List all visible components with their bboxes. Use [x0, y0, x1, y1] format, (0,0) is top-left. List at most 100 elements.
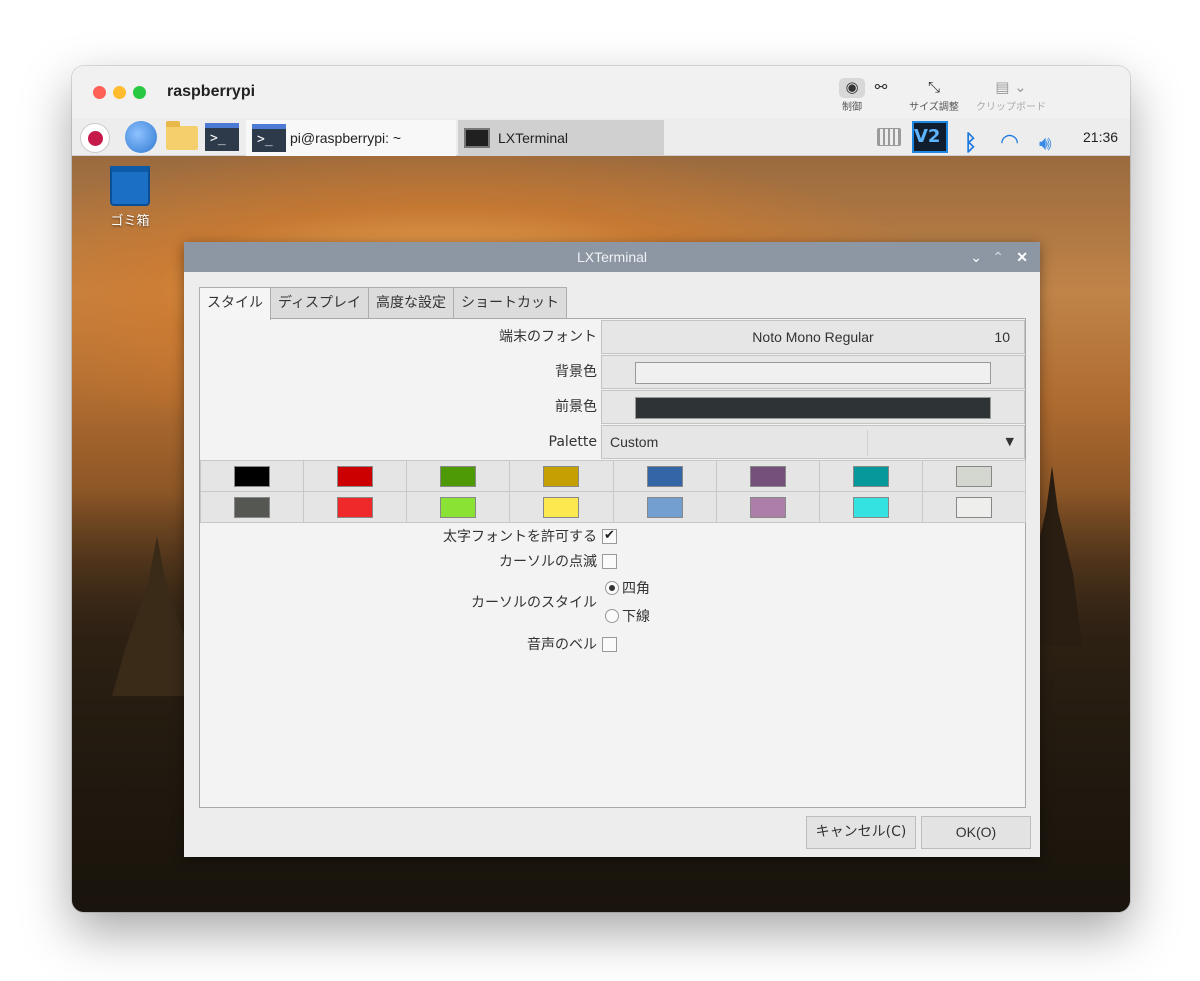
color-swatch [337, 466, 374, 487]
cursor-blink-label: カーソルの点滅 [499, 554, 597, 570]
task-label: pi@raspberrypi: ~ [290, 130, 402, 146]
bold-font-label: 太字フォントを許可する [443, 529, 597, 545]
foreground-color-label: 前景色 [555, 399, 597, 415]
palette-select[interactable]: Custom ▼ [601, 425, 1025, 459]
browser-launcher-icon[interactable] [125, 121, 157, 153]
zoom-window-button[interactable] [133, 86, 146, 99]
keyboard-icon[interactable] [877, 128, 901, 146]
color-swatch [749, 497, 786, 518]
background-color-label: 背景色 [555, 364, 597, 380]
bold-font-checkbox[interactable]: ✔ [602, 529, 617, 544]
checkmark-icon: ✔ [604, 528, 615, 543]
terminal-icon: >_ [252, 124, 286, 152]
palette-row-normal [200, 460, 1026, 492]
task-button-terminal[interactable]: >_ pi@raspberrypi: ~ [246, 120, 456, 156]
cancel-button[interactable]: キャンセル(C) [806, 816, 916, 849]
control-tool-button[interactable]: ◉ 制御 [832, 78, 872, 113]
cursor-style-underline-radio[interactable]: 下線 [605, 605, 650, 626]
foreground-color-row: 前景色 [200, 390, 1025, 425]
host-title: raspberrypi [167, 83, 256, 100]
radio-button [605, 580, 619, 595]
control-tool-label: 制御 [842, 102, 862, 113]
clipboard-icon: ▤ ⌄ [995, 78, 1027, 96]
pointer-icon: ◉ [839, 78, 865, 98]
color-swatch [543, 497, 580, 518]
cursor-blink-row: カーソルの点滅 [200, 550, 1025, 574]
palette-normal-color-button-7[interactable] [921, 460, 1026, 492]
binoculars-icon: ⚯ [874, 78, 888, 96]
tab-bar: スタイル ディスプレイ 高度な設定 ショートカット [199, 287, 568, 320]
lxterminal-preferences-dialog: LXTerminal ⌄ ⌃ ✕ スタイル ディスプレイ 高度な設定 ショートカ… [184, 242, 1040, 857]
foreground-color-button[interactable] [601, 390, 1025, 424]
palette-bright-color-button-4[interactable] [612, 491, 717, 523]
palette-bright-color-button-6[interactable] [818, 491, 923, 523]
trash-desktop-item[interactable]: ゴミ箱 [102, 166, 158, 229]
palette-normal-color-button-3[interactable] [509, 460, 614, 492]
vnc-server-icon[interactable]: V2 [912, 121, 948, 153]
radio-label: 四角 [622, 580, 650, 597]
palette-normal-color-button-2[interactable] [406, 460, 511, 492]
cursor-blink-checkbox[interactable] [602, 554, 617, 569]
close-icon[interactable]: ✕ [1016, 242, 1028, 272]
color-swatch [543, 466, 580, 487]
color-swatch [646, 497, 683, 518]
resize-icon: ⤡ [927, 78, 940, 96]
clock: 21:36 [1083, 129, 1119, 145]
raspberry-menu-icon[interactable] [80, 123, 110, 153]
font-picker-button[interactable]: Noto Mono Regular 10 [601, 320, 1025, 354]
pi-taskbar: >_ >_ pi@raspberrypi: ~ LXTerminal V2 ᛒ … [72, 118, 1130, 156]
dialog-title: LXTerminal [576, 249, 648, 265]
close-window-button[interactable] [93, 86, 106, 99]
clipboard-tool-button[interactable]: ▤ ⌄ クリップボード [972, 78, 1050, 113]
resize-tool-label: サイズ調整 [909, 102, 959, 113]
palette-bright-color-button-0[interactable] [200, 491, 305, 523]
resize-tool-button[interactable]: ⤡ サイズ調整 [904, 78, 964, 113]
chevron-up-icon[interactable]: ⌃ [992, 242, 1004, 272]
terminal-launcher-icon[interactable]: >_ [205, 123, 239, 151]
color-swatch [852, 497, 889, 518]
trash-icon [110, 166, 150, 206]
monitor-icon [464, 128, 490, 148]
task-button-lxterminal[interactable]: LXTerminal [458, 120, 664, 156]
palette-bright-color-button-3[interactable] [509, 491, 614, 523]
background-color-button[interactable] [601, 355, 1025, 389]
binoculars-tool-button[interactable]: ⚯ [867, 78, 895, 98]
palette-normal-color-button-5[interactable] [715, 460, 820, 492]
file-manager-icon[interactable] [166, 121, 198, 150]
color-swatch [749, 466, 786, 487]
palette-normal-color-button-0[interactable] [200, 460, 305, 492]
background-color-row: 背景色 [200, 355, 1025, 390]
font-row: 端末のフォント Noto Mono Regular 10 [200, 320, 1025, 355]
palette-row: Palette Custom ▼ [200, 425, 1025, 460]
tab-display[interactable]: ディスプレイ [270, 287, 370, 319]
palette-bright-color-button-1[interactable] [303, 491, 408, 523]
font-size: 10 [994, 329, 1010, 345]
palette-normal-color-button-1[interactable] [303, 460, 408, 492]
desktop: ゴミ箱 LXTerminal ⌄ ⌃ ✕ スタイル ディスプレイ 高度な設定 シ… [72, 156, 1130, 912]
cursor-style-block-radio[interactable]: 四角 [605, 577, 650, 598]
ok-button[interactable]: OK(O) [921, 816, 1031, 849]
chevron-down-icon[interactable]: ⌄ [970, 242, 982, 272]
foreground-color-swatch [635, 397, 991, 419]
tab-advanced[interactable]: 高度な設定 [368, 287, 455, 319]
background-color-swatch [635, 362, 991, 384]
palette-bright-color-button-2[interactable] [406, 491, 511, 523]
palette-label: Palette [548, 434, 598, 450]
palette-separator [867, 430, 868, 456]
palette-bright-color-button-7[interactable] [921, 491, 1026, 523]
palette-bright-color-button-5[interactable] [715, 491, 820, 523]
clipboard-tool-label: クリップボード [976, 102, 1046, 113]
cursor-style-label: カーソルのスタイル [471, 595, 597, 611]
audible-bell-checkbox[interactable] [602, 637, 617, 652]
palette-normal-color-button-4[interactable] [612, 460, 717, 492]
palette-value: Custom [610, 434, 659, 450]
palette-normal-color-button-6[interactable] [818, 460, 923, 492]
color-swatch [646, 466, 683, 487]
minimize-window-button[interactable] [113, 86, 126, 99]
vnc-viewer-window: raspberrypi ◉ 制御 ⚯ ⤡ サイズ調整 ▤ ⌄ クリップボード >… [72, 66, 1130, 912]
tab-shortcuts[interactable]: ショートカット [453, 287, 568, 319]
cursor-style-row: カーソルのスタイル 四角 下線 [200, 575, 1025, 631]
color-swatch [234, 466, 271, 487]
tab-style[interactable]: スタイル [199, 287, 271, 320]
font-label: 端末のフォント [499, 329, 597, 345]
